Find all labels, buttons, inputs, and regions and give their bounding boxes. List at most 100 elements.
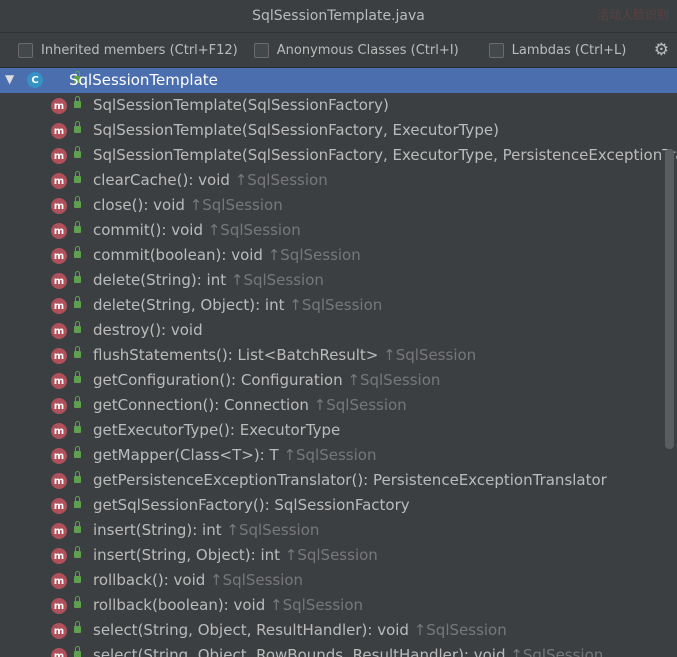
public-lock-icon xyxy=(74,171,81,183)
public-lock-icon xyxy=(74,146,81,158)
method-label: insert(String): int ↑SqlSession xyxy=(93,521,319,539)
public-lock-icon xyxy=(74,321,81,333)
tree-item-method[interactable]: m SqlSessionTemplate(SqlSessionFactory, E… xyxy=(0,118,677,143)
tree-item-method[interactable]: m rollback(): void ↑SqlSession xyxy=(0,568,677,593)
method-label: clearCache(): void ↑SqlSession xyxy=(93,171,328,189)
tree-item-method[interactable]: m flushStatements(): List<BatchResult> ↑S… xyxy=(0,343,677,368)
method-label: getMapper(Class<T>): T ↑SqlSession xyxy=(93,446,376,464)
method-label: SqlSessionTemplate(SqlSessionFactory, Ex… xyxy=(93,146,677,164)
tree-item-method[interactable]: m destroy(): void xyxy=(0,318,677,343)
method-label: delete(String, Object): int ↑SqlSession xyxy=(93,296,382,314)
tree-item-method[interactable]: m SqlSessionTemplate(SqlSessionFactory) xyxy=(0,93,677,118)
public-lock-icon xyxy=(74,496,81,508)
method-icon: m xyxy=(51,298,67,314)
method-signature: delete(String, Object): int xyxy=(93,296,290,314)
method-signature: getExecutorType(): ExecutorType xyxy=(93,421,341,439)
inherited-from-label: ↑SqlSession xyxy=(207,221,301,239)
method-icon: m xyxy=(51,98,67,114)
public-lock-icon xyxy=(74,471,81,483)
method-label: destroy(): void xyxy=(93,321,203,339)
lambdas-checkbox[interactable]: Lambdas (Ctrl+L) xyxy=(488,42,626,58)
inherited-from-label: ↑SqlSession xyxy=(226,521,320,539)
tree-item-method[interactable]: m delete(String, Object): int ↑SqlSession xyxy=(0,293,677,318)
method-icon: m xyxy=(51,548,67,564)
inherited-from-label: ↑SqlSession xyxy=(283,446,377,464)
root-label: SqlSessionTemplate xyxy=(69,71,218,89)
tree-item-method[interactable]: m insert(String): int ↑SqlSession xyxy=(0,518,677,543)
method-icon: m xyxy=(51,448,67,464)
method-signature: delete(String): int xyxy=(93,271,231,289)
method-signature: commit(): void xyxy=(93,221,208,239)
tree-item-method[interactable]: m getMapper(Class<T>): T ↑SqlSession xyxy=(0,443,677,468)
method-icon: m xyxy=(51,523,67,539)
checkbox-box[interactable] xyxy=(18,42,33,58)
public-lock-icon xyxy=(74,621,81,633)
method-label: delete(String): int ↑SqlSession xyxy=(93,271,324,289)
anonymous-classes-checkbox[interactable]: Anonymous Classes (Ctrl+I) xyxy=(253,42,459,58)
tree-item-method[interactable]: m getConfiguration(): Configuration ↑SqlS… xyxy=(0,368,677,393)
method-label: flushStatements(): List<BatchResult> ↑Sq… xyxy=(93,346,476,364)
method-signature: getSqlSessionFactory(): SqlSessionFactor… xyxy=(93,496,410,514)
tree-item-method[interactable]: m insert(String, Object): int ↑SqlSession xyxy=(0,543,677,568)
method-signature: getMapper(Class<T>): T xyxy=(93,446,284,464)
vertical-scrollbar[interactable] xyxy=(665,149,674,449)
method-signature: getConnection(): Connection xyxy=(93,396,314,414)
tree-item-method[interactable]: m select(String, Object, RowBounds, Resul… xyxy=(0,643,677,657)
public-lock-icon xyxy=(74,571,81,583)
method-label: rollback(boolean): void ↑SqlSession xyxy=(93,596,363,614)
public-lock-icon xyxy=(74,421,81,433)
tree-item-method[interactable]: m getConnection(): Connection ↑SqlSession xyxy=(0,393,677,418)
expand-arrow-icon[interactable]: ▼ xyxy=(5,72,14,86)
method-signature: rollback(): void xyxy=(93,571,211,589)
method-icon: m xyxy=(51,373,67,389)
method-signature: select(String, Object, RowBounds, Result… xyxy=(93,646,511,657)
method-label: getConnection(): Connection ↑SqlSession xyxy=(93,396,407,414)
tree-item-method[interactable]: m commit(boolean): void ↑SqlSession xyxy=(0,243,677,268)
public-lock-icon xyxy=(74,346,81,358)
anonymous-classes-label: Anonymous Classes (Ctrl+I) xyxy=(276,42,459,58)
method-label: SqlSessionTemplate(SqlSessionFactory) xyxy=(93,96,389,114)
public-lock-icon xyxy=(74,121,81,133)
tree-item-method[interactable]: m SqlSessionTemplate(SqlSessionFactory, E… xyxy=(0,143,677,168)
tree-item-method[interactable]: m rollback(boolean): void ↑SqlSession xyxy=(0,593,677,618)
method-icon: m xyxy=(51,648,67,657)
gear-icon[interactable]: ⚙ xyxy=(654,40,669,60)
method-label: getConfiguration(): Configuration ↑SqlSe… xyxy=(93,371,440,389)
method-signature: getPersistenceExceptionTranslator(): Per… xyxy=(93,471,607,489)
method-signature: rollback(boolean): void xyxy=(93,596,271,614)
method-signature: close(): void xyxy=(93,196,190,214)
method-signature: SqlSessionTemplate(SqlSessionFactory) xyxy=(93,96,389,114)
method-icon: m xyxy=(51,223,67,239)
tree-root-row[interactable]: ▼ C SqlSessionTemplate xyxy=(0,68,677,93)
inherited-from-label: ↑SqlSession xyxy=(267,246,361,264)
window-title: SqlSessionTemplate.java xyxy=(252,8,425,24)
checkbox-box[interactable] xyxy=(488,42,504,58)
public-lock-icon xyxy=(74,371,81,383)
inherited-from-label: ↑SqlSession xyxy=(230,271,324,289)
tree-item-method[interactable]: m select(String, Object, ResultHandler): … xyxy=(0,618,677,643)
inherited-from-label: ↑SqlSession xyxy=(510,646,604,657)
public-lock-icon xyxy=(74,96,81,108)
watermark: 活动人脸识别 xyxy=(596,8,669,22)
tree-item-method[interactable]: m getSqlSessionFactory(): SqlSessionFacto… xyxy=(0,493,677,518)
inherited-from-label: ↑SqlSession xyxy=(234,171,328,189)
tree-item-method[interactable]: m getExecutorType(): ExecutorType xyxy=(0,418,677,443)
method-signature: insert(String, Object): int xyxy=(93,546,285,564)
method-signature: destroy(): void xyxy=(93,321,203,339)
checkbox-box[interactable] xyxy=(253,42,269,58)
tree-item-method[interactable]: m commit(): void ↑SqlSession xyxy=(0,218,677,243)
public-lock-icon xyxy=(74,396,81,408)
method-signature: getConfiguration(): Configuration xyxy=(93,371,348,389)
method-signature: flushStatements(): List<BatchResult> xyxy=(93,346,384,364)
method-icon: m xyxy=(51,323,67,339)
tree-item-method[interactable]: m clearCache(): void ↑SqlSession xyxy=(0,168,677,193)
tree-item-method[interactable]: m getPersistenceExceptionTranslator(): Pe… xyxy=(0,468,677,493)
tree-item-method[interactable]: m delete(String): int ↑SqlSession xyxy=(0,268,677,293)
method-label: insert(String, Object): int ↑SqlSession xyxy=(93,546,378,564)
method-icon: m xyxy=(51,348,67,364)
inherited-members-checkbox[interactable]: Inherited members (Ctrl+F12) xyxy=(18,42,238,58)
inherited-from-label: ↑SqlSession xyxy=(270,596,364,614)
tree-item-method[interactable]: m close(): void ↑SqlSession xyxy=(0,193,677,218)
public-lock-icon xyxy=(74,246,81,258)
structure-tree: ▼ C SqlSessionTemplate m SqlSessionTempla… xyxy=(0,68,677,657)
